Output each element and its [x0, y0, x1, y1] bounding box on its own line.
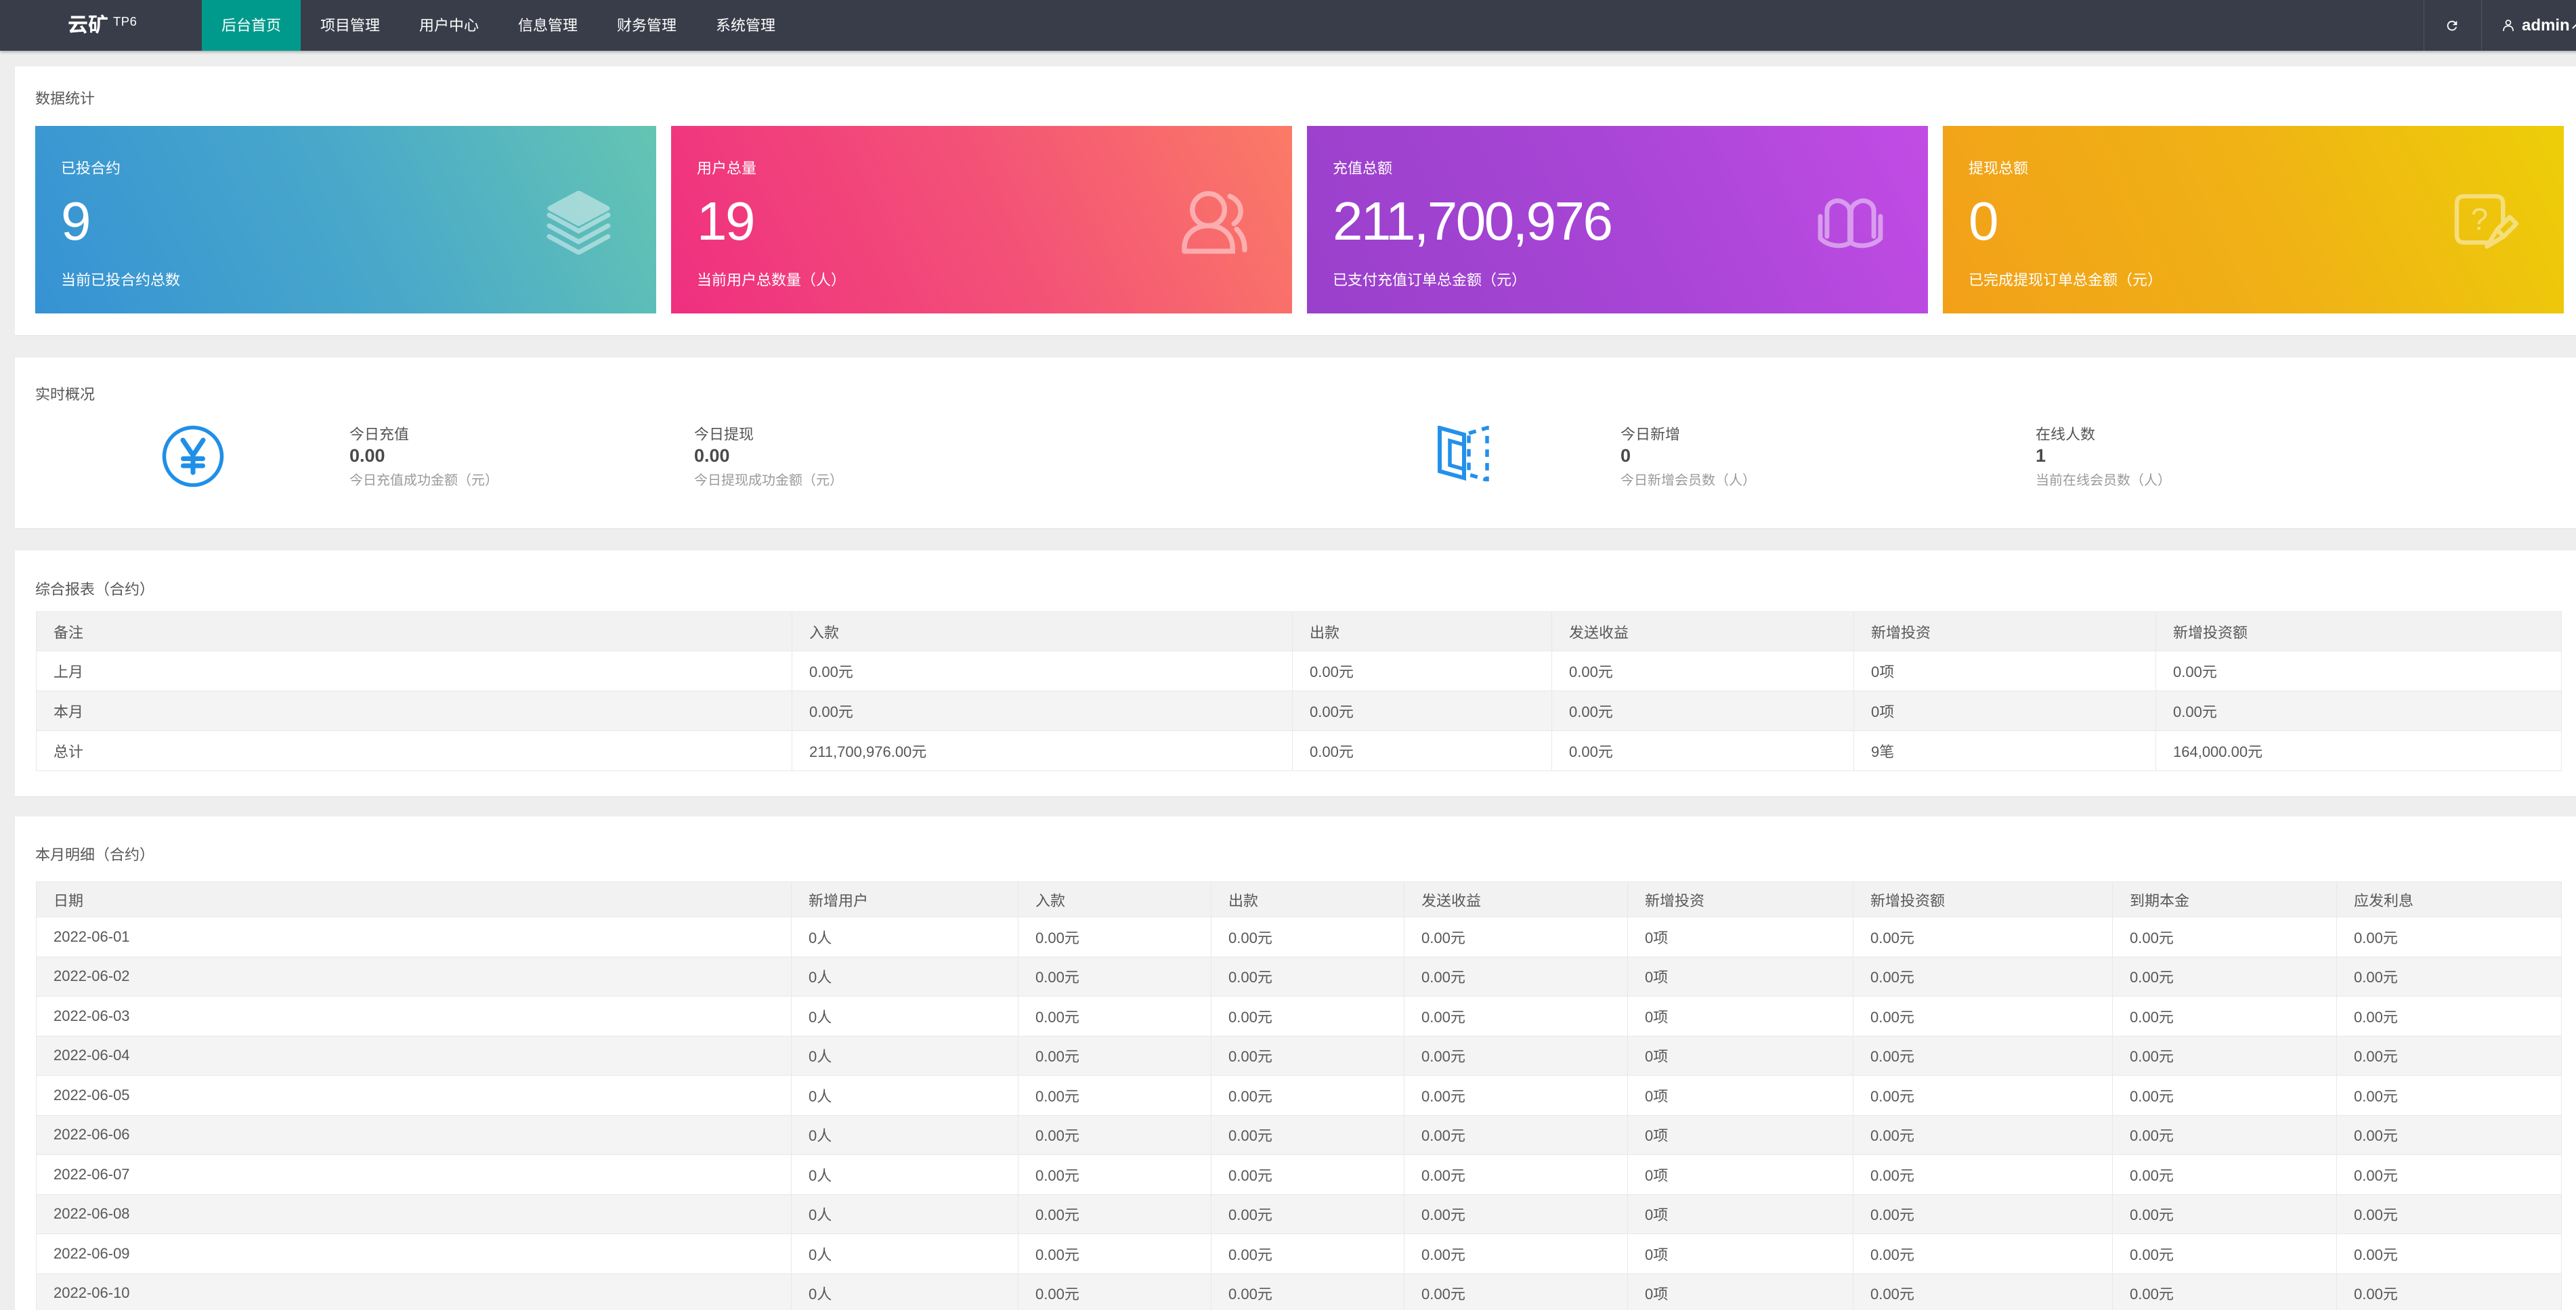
- svg-text:?: ?: [2471, 202, 2488, 236]
